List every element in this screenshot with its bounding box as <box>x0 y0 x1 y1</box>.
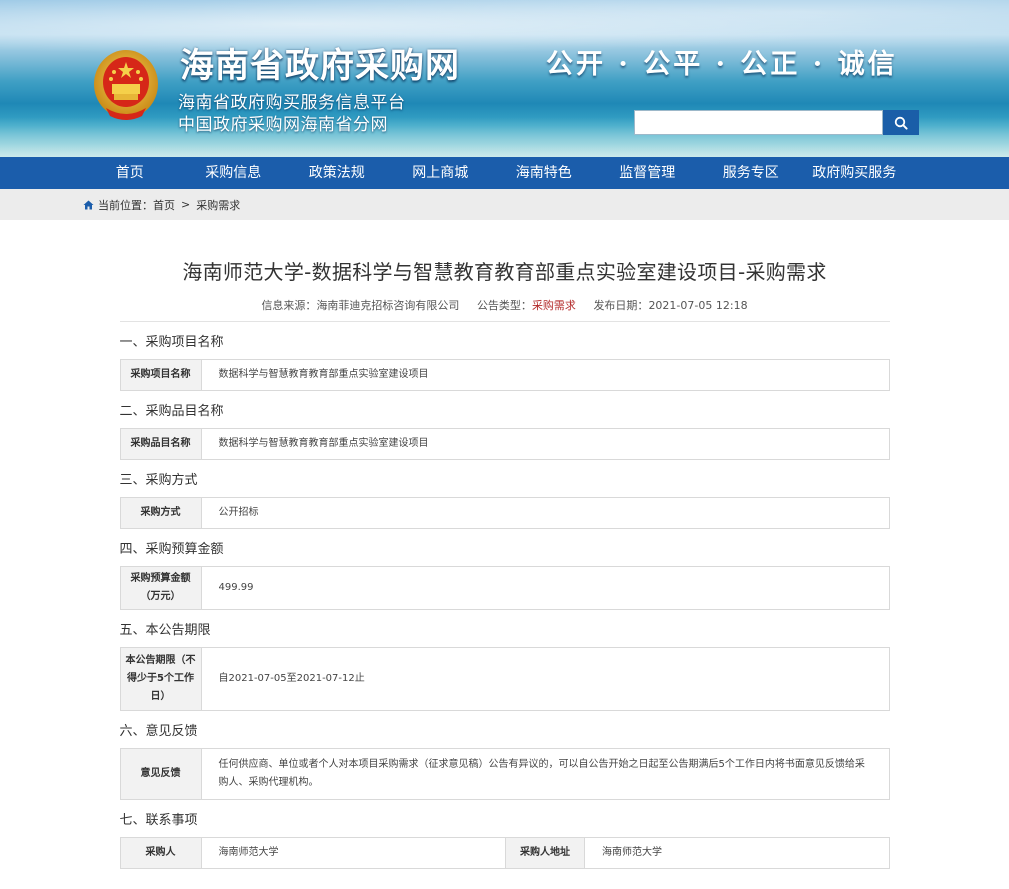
section-heading: 五、本公告期限 <box>119 623 211 638</box>
nav-gov-service-purchase[interactable]: 政府购买服务 <box>803 157 907 189</box>
nav-policies[interactable]: 政策法规 <box>285 157 389 189</box>
site-title: 海南省政府采购网 <box>180 46 460 86</box>
buyer-value: 海南师范大学 <box>218 847 279 858</box>
breadcrumb-home[interactable]: 首页 <box>153 197 175 213</box>
field-value: 数据科学与智慧教育教育部重点实验室建设项目 <box>218 438 429 449</box>
site-subtitle-2: 中国政府采购网海南省分网 <box>178 115 388 135</box>
field-value: 499.99 <box>218 582 254 593</box>
field-value: 自2021-07-05至2021-07-12止 <box>218 673 365 684</box>
info-row-project-name: 采购项目名称 数据科学与智慧教育教育部重点实验室建设项目 <box>119 359 890 391</box>
field-label: 采购方式 <box>120 498 202 528</box>
search-input[interactable] <box>634 110 883 135</box>
info-row-budget: 采购预算金额（万元） 499.99 <box>119 566 890 610</box>
field-value: 任何供应商、单位或者个人对本项目采购需求（征求意见稿）公告有异议的，可以自公告开… <box>218 759 865 788</box>
section-heading: 一、采购项目名称 <box>119 335 224 350</box>
section-heading: 三、采购方式 <box>119 473 198 488</box>
info-row-item-name: 采购品目名称 数据科学与智慧教育教育部重点实验室建设项目 <box>119 428 890 460</box>
field-label: 采购预算金额（万元） <box>120 567 202 609</box>
search-bar <box>634 110 919 135</box>
section-heading: 六、意见反馈 <box>119 724 198 739</box>
source-value: 海南菲迪克招标咨询有限公司 <box>316 299 460 312</box>
article-content: 一、采购项目名称 采购项目名称 数据科学与智慧教育教育部重点实验室建设项目 二、… <box>119 331 890 869</box>
nav-procurement-info[interactable]: 采购信息 <box>182 157 286 189</box>
field-label: 本公告期限（不得少于5个工作日） <box>120 648 202 710</box>
field-label: 采购品目名称 <box>120 429 202 459</box>
nav-supervision[interactable]: 监督管理 <box>596 157 700 189</box>
breadcrumb-current: 采购需求 <box>196 198 241 212</box>
buyer-address-label: 采购人地址 <box>505 838 585 868</box>
meta-divider <box>119 321 890 322</box>
search-icon <box>894 116 908 130</box>
nav-hainan-features[interactable]: 海南特色 <box>492 157 596 189</box>
date-value: 2021-07-05 12:18 <box>648 299 748 312</box>
main-nav: 首页 采购信息 政策法规 网上商城 海南特色 监督管理 服务专区 政府购买服务 <box>0 157 1009 189</box>
source-label: 信息来源： <box>261 299 317 312</box>
date-label: 发布日期： <box>593 299 649 312</box>
field-value: 公开招标 <box>218 507 259 518</box>
info-row-period: 本公告期限（不得少于5个工作日） 自2021-07-05至2021-07-12止 <box>119 647 890 711</box>
search-button[interactable] <box>883 110 919 135</box>
section-heading: 四、采购预算金额 <box>119 542 224 557</box>
nav-service-zone[interactable]: 服务专区 <box>699 157 803 189</box>
field-label: 采购项目名称 <box>120 360 202 390</box>
article: 海南师范大学-数据科学与智慧教育教育部重点实验室建设项目-采购需求 信息来源：海… <box>0 220 1009 869</box>
buyer-address-value: 海南师范大学 <box>602 847 662 858</box>
site-header: 海南省政府采购网 海南省政府购买服务信息平台 中国政府采购网海南省分网 公开 ·… <box>0 0 1009 157</box>
breadcrumb-prefix: 当前位置： <box>98 198 153 212</box>
home-icon <box>83 200 94 210</box>
article-meta: 信息来源：海南菲迪克招标咨询有限公司 公告类型：采购需求 发布日期：2021-0… <box>0 297 1009 313</box>
nav-online-mall[interactable]: 网上商城 <box>389 157 493 189</box>
section-heading: 二、采购品目名称 <box>119 404 224 419</box>
info-row-feedback: 意见反馈 任何供应商、单位或者个人对本项目采购需求（征求意见稿）公告有异议的，可… <box>119 748 890 800</box>
page-title: 海南师范大学-数据科学与智慧教育教育部重点实验室建设项目-采购需求 <box>182 260 827 284</box>
breadcrumb: 当前位置： 首页 > 采购需求 <box>0 189 1009 220</box>
nav-home[interactable]: 首页 <box>78 157 182 189</box>
type-label: 公告类型： <box>476 299 532 312</box>
field-value: 数据科学与智慧教育教育部重点实验室建设项目 <box>218 369 429 380</box>
info-row-contact: 采购人 海南师范大学 采购人地址 海南师范大学 <box>119 837 890 869</box>
type-value: 采购需求 <box>531 299 576 312</box>
field-label: 意见反馈 <box>120 749 202 799</box>
info-row-method: 采购方式 公开招标 <box>119 497 890 529</box>
section-heading: 七、联系事项 <box>119 813 198 828</box>
site-slogan: 公开 · 公平 · 公正 · 诚信 <box>546 49 898 80</box>
national-emblem-icon <box>94 50 158 120</box>
breadcrumb-separator: > <box>181 198 191 211</box>
buyer-label: 采购人 <box>120 838 202 868</box>
